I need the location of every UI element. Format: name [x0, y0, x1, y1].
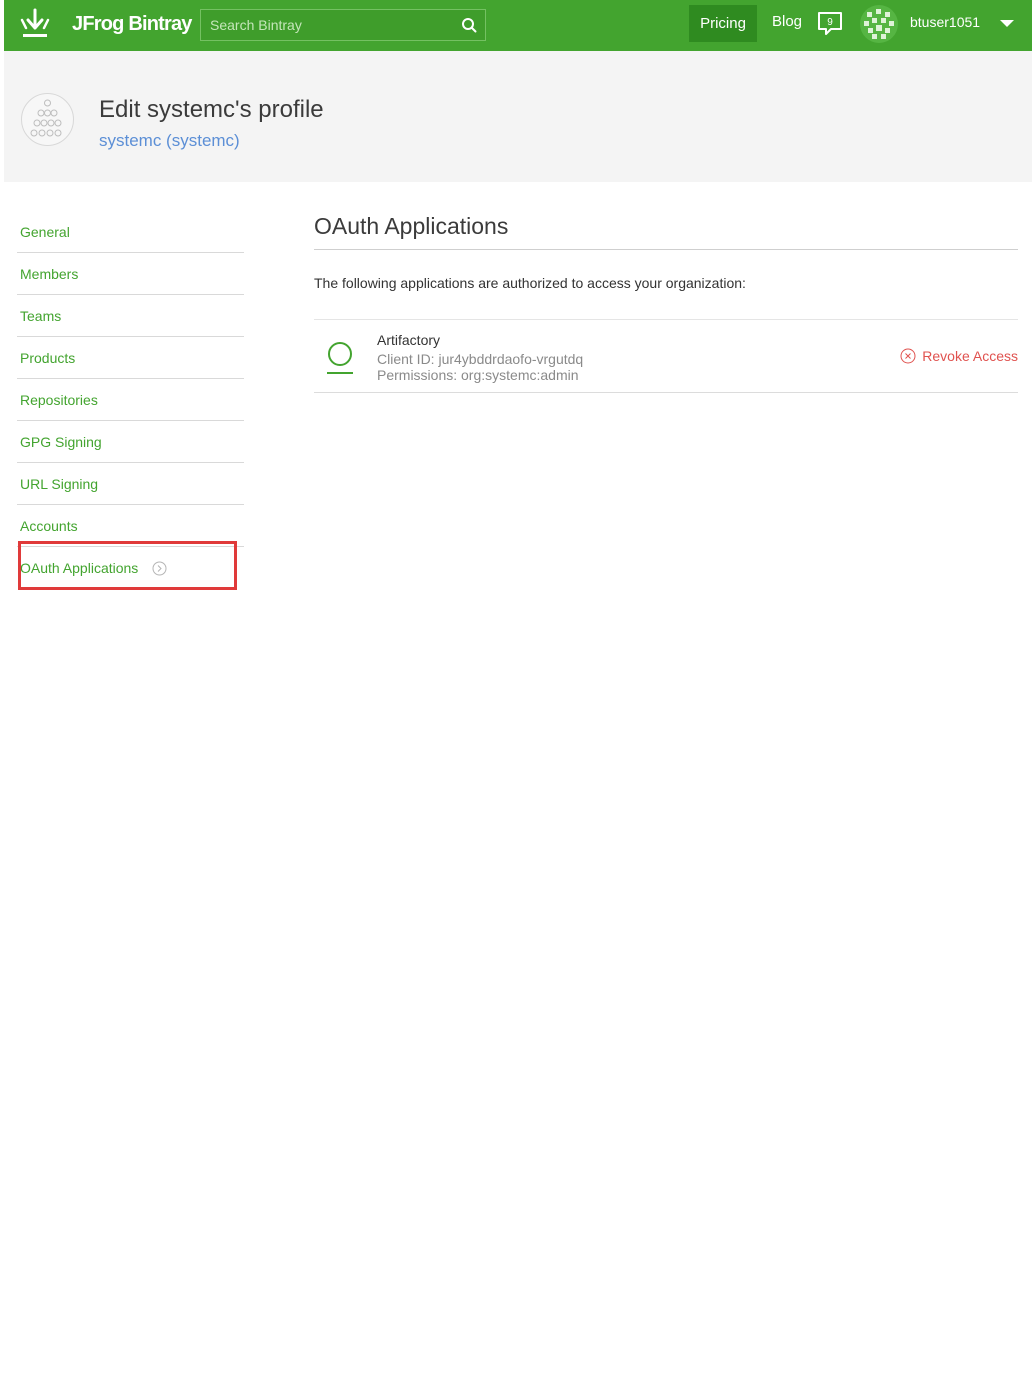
sidebar-item-teams[interactable]: Teams [17, 295, 244, 337]
bintray-logo-icon [20, 8, 50, 37]
chevron-down-icon[interactable] [999, 17, 1015, 29]
sidebar-item-gpg-signing[interactable]: GPG Signing [17, 421, 244, 463]
intro-text: The following applications are authorize… [314, 275, 746, 291]
app-client-id: Client ID: jur4ybddrdaofo-vrgutdq [377, 351, 584, 367]
pricing-link[interactable]: Pricing [689, 5, 757, 42]
top-navbar: JFrog Bintray Pricing Blog 9 btuser1051 [4, 0, 1032, 51]
username-label[interactable]: btuser1051 [910, 14, 980, 30]
revoke-access-label: Revoke Access [922, 348, 1018, 364]
sidebar-item-label: Teams [20, 307, 62, 324]
section-title: OAuth Applications [314, 213, 1018, 250]
sidebar-item-label: Products [20, 349, 76, 366]
revoke-access-button[interactable]: Revoke Access [900, 348, 1018, 364]
artifactory-icon [327, 342, 353, 374]
oauth-applications-panel: OAuth Applications The following applica… [314, 213, 1018, 393]
sidebar-item-label: Members [20, 265, 79, 282]
sidebar-item-general[interactable]: General [17, 211, 244, 253]
chat-notification-icon[interactable]: 9 [816, 10, 844, 38]
page-title: Edit systemc's profile [99, 96, 324, 123]
sidebar-item-label: General [20, 223, 70, 240]
profile-header: Edit systemc's profile systemc (systemc) [4, 51, 1032, 182]
sidebar-item-label: URL Signing [20, 475, 99, 492]
sidebar-item-url-signing[interactable]: URL Signing [17, 463, 244, 505]
chat-badge-count: 9 [827, 17, 833, 28]
close-circle-icon [900, 348, 916, 364]
brand-logo[interactable]: JFrog Bintray [20, 8, 192, 40]
sidebar-item-products[interactable]: Products [17, 337, 244, 379]
app-name: Artifactory [377, 332, 441, 348]
search-box[interactable] [200, 9, 486, 41]
organization-avatar [21, 93, 74, 146]
list-item: Artifactory Client ID: jur4ybddrdaofo-vr… [314, 319, 1018, 393]
user-avatar[interactable] [859, 4, 899, 44]
sidebar-item-label: Accounts [20, 517, 78, 534]
active-item-highlight [18, 541, 237, 590]
search-icon[interactable] [461, 17, 477, 33]
search-input[interactable] [201, 16, 441, 34]
brand-name: JFrog Bintray [72, 12, 192, 35]
sidebar-item-members[interactable]: Members [17, 253, 244, 295]
settings-sidebar: General Members Teams Products Repositor… [17, 211, 244, 589]
organization-link[interactable]: systemc (systemc) [99, 131, 240, 151]
sidebar-item-label: GPG Signing [20, 433, 102, 450]
blog-link[interactable]: Blog [772, 13, 802, 30]
app-permissions: Permissions: org:systemc:admin [377, 367, 579, 383]
sidebar-item-repositories[interactable]: Repositories [17, 379, 244, 421]
sidebar-item-label: Repositories [20, 391, 98, 408]
